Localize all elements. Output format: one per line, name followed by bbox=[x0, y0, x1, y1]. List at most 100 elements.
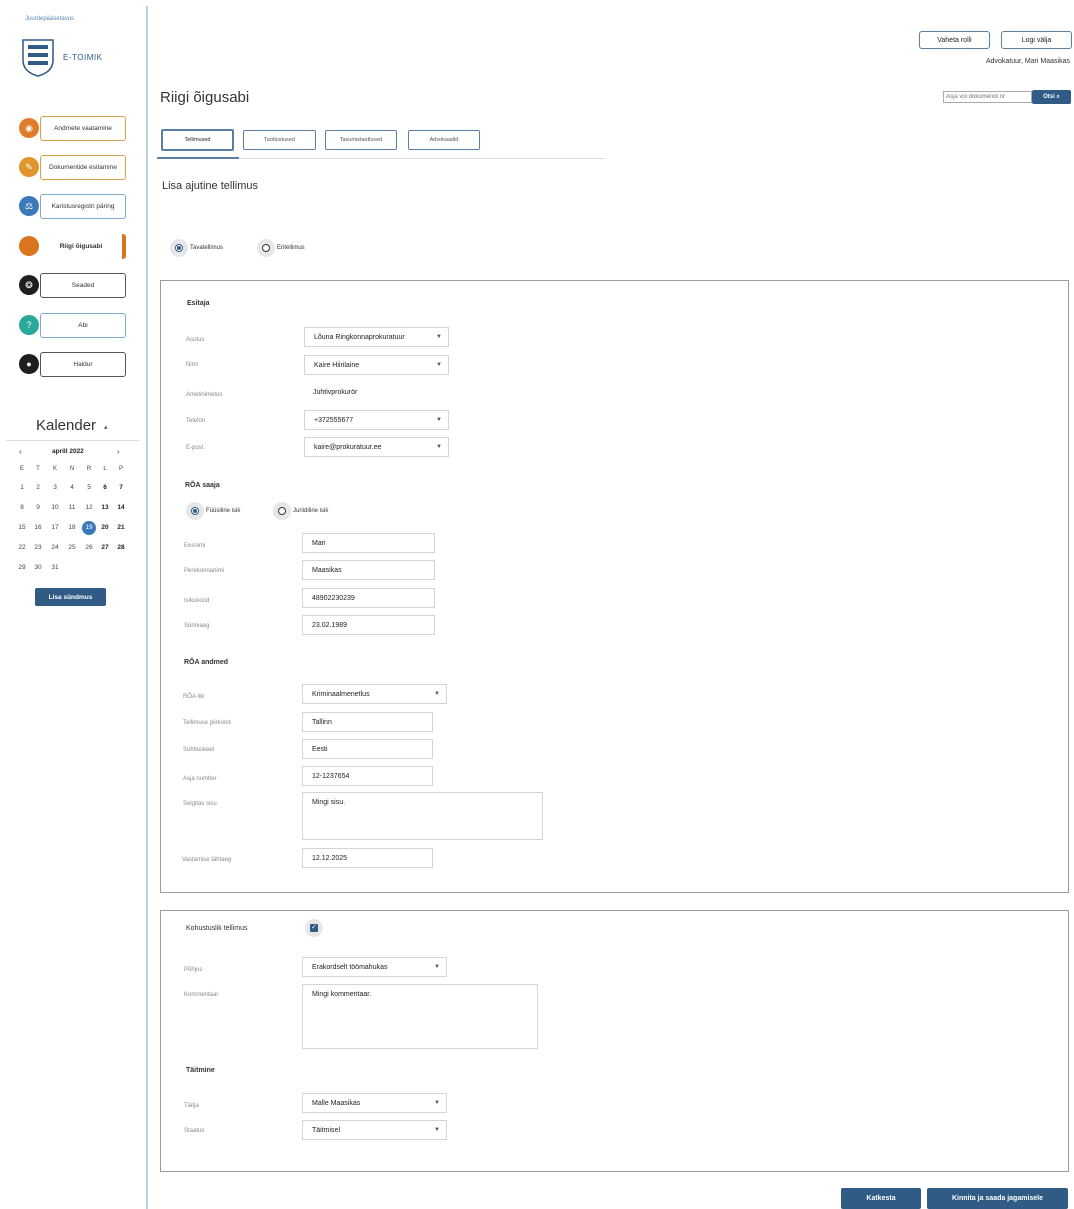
kommentaar-textarea[interactable]: Mingi kommentaar. bbox=[302, 984, 538, 1049]
calendar-day[interactable]: 16 bbox=[31, 524, 45, 531]
calendar-day[interactable]: 26 bbox=[82, 544, 96, 551]
calendar-day-today[interactable]: 19 bbox=[82, 521, 96, 535]
switch-role-button[interactable]: Vaheta rolli bbox=[919, 31, 990, 49]
calendar-day[interactable]: 5 bbox=[82, 484, 96, 491]
dropdown-caret-icon: ▼ bbox=[436, 444, 442, 450]
select-value: kaire@prokuratuur.ee bbox=[314, 443, 382, 451]
synniaeg-input[interactable]: 23.02.1989 bbox=[302, 615, 435, 635]
calendar-day[interactable]: 9 bbox=[31, 504, 45, 511]
field-label: Staatus bbox=[184, 1128, 205, 1134]
tab-advokaadid[interactable]: Advokaadid bbox=[408, 130, 480, 150]
nav-dokumentide-esitamine[interactable]: Dokumentide esitamine bbox=[40, 155, 126, 180]
field-label: Põhjus bbox=[184, 967, 203, 973]
field-label: Suhtluskeel bbox=[183, 747, 215, 753]
calendar-day[interactable]: 6 bbox=[98, 484, 112, 491]
calendar-day[interactable]: 12 bbox=[82, 504, 96, 511]
field-label: Asja number bbox=[183, 776, 217, 782]
tab-tasumistaotlused[interactable]: Tasumistaotlused bbox=[325, 130, 397, 150]
piirkond-input[interactable]: Tallinn bbox=[302, 712, 433, 732]
calendar-day[interactable]: 22 bbox=[15, 544, 29, 551]
calendar-day[interactable]: 27 bbox=[98, 544, 112, 551]
calendar-day[interactable]: 29 bbox=[15, 564, 29, 571]
logout-button[interactable]: Logi välja bbox=[1001, 31, 1072, 49]
calendar-month: aprill 2022 bbox=[52, 448, 84, 455]
radio-tavatellimus[interactable]: Tavatellimus bbox=[170, 239, 223, 257]
field-label: RÕA liik bbox=[183, 694, 205, 700]
cancel-button[interactable]: Katkesta bbox=[841, 1188, 921, 1209]
calendar-day[interactable]: 20 bbox=[98, 524, 112, 531]
sidebar-separator bbox=[146, 6, 148, 1209]
perekonnanimi-input[interactable]: Maasikas bbox=[302, 560, 435, 580]
nav-seaded[interactable]: Seaded bbox=[40, 273, 126, 298]
search-icon: ⌕ bbox=[1056, 93, 1060, 100]
nimi-select[interactable]: Kaire Hiirilaine ▼ bbox=[304, 355, 449, 375]
search-button[interactable]: Otsi ⌕ bbox=[1032, 90, 1071, 104]
roa-liik-select[interactable]: Kriminaalmenetlus ▼ bbox=[302, 684, 447, 704]
isikukood-input[interactable]: 48902230239 bbox=[302, 588, 435, 608]
recipient-heading: RÕA saaja bbox=[185, 482, 220, 489]
weekday-label: K bbox=[52, 466, 57, 472]
nav-abi[interactable]: Abi bbox=[40, 313, 126, 338]
calendar-day[interactable]: 3 bbox=[48, 484, 62, 491]
calendar-day[interactable]: 14 bbox=[114, 504, 128, 511]
tab-taotlustused[interactable]: Taotlustused bbox=[243, 130, 316, 150]
field-label: Sünniaeg bbox=[184, 623, 210, 629]
calendar-day[interactable]: 8 bbox=[15, 504, 29, 511]
calendar-day[interactable]: 23 bbox=[31, 544, 45, 551]
eesnimi-input[interactable]: Mari bbox=[302, 533, 435, 553]
asja-number-input[interactable]: 12-1237654 bbox=[302, 766, 433, 786]
calendar-day[interactable]: 4 bbox=[65, 484, 79, 491]
weekday-label: T bbox=[36, 466, 40, 472]
calendar-day[interactable]: 17 bbox=[48, 524, 62, 531]
calendar-day[interactable]: 28 bbox=[114, 544, 128, 551]
calendar-day[interactable]: 11 bbox=[65, 504, 79, 511]
calendar-day[interactable]: 25 bbox=[65, 544, 79, 551]
mandatory-order-panel bbox=[160, 910, 1069, 1172]
calendar-day[interactable]: 13 bbox=[98, 504, 112, 511]
calendar-day[interactable]: 1 bbox=[15, 484, 29, 491]
radio-selected-dot bbox=[191, 507, 199, 515]
tab-tellimused[interactable]: Tellimused bbox=[161, 129, 234, 151]
vastamise-tahtaeg-input[interactable]: 12.12.2025 bbox=[302, 848, 433, 868]
nav-andmete-vaatamine[interactable]: Andmete vaatamine bbox=[40, 116, 126, 141]
calendar-day[interactable]: 21 bbox=[114, 524, 128, 531]
accessibility-link[interactable]: Juurdepääsetavus bbox=[25, 16, 74, 22]
field-label: Eesnimi bbox=[184, 543, 206, 549]
mandatory-checkbox[interactable]: ✓ bbox=[305, 919, 323, 937]
radio-tavatellimus-label: Tavatellimus bbox=[190, 245, 224, 251]
asutus-select[interactable]: Lõuna Ringkonnaprokuratuur ▼ bbox=[304, 327, 449, 347]
dropdown-caret-icon: ▼ bbox=[436, 417, 442, 423]
radio-eritellimus[interactable]: Eritellimus bbox=[257, 239, 305, 257]
radio-juriidiline-label: Juriidiline isik bbox=[293, 508, 329, 514]
search-input[interactable] bbox=[943, 91, 1032, 103]
staatus-select[interactable]: Täitmisel ▼ bbox=[302, 1120, 447, 1140]
estonia-coat-of-arms-logo bbox=[20, 38, 56, 83]
field-label: Isikukood bbox=[184, 598, 210, 604]
radio-fuusiline-isik[interactable]: Füüsiline isik bbox=[186, 502, 240, 520]
epost-select[interactable]: kaire@prokuratuur.ee ▼ bbox=[304, 437, 449, 457]
radio-juriidiline-isik[interactable]: Juriidiline isik bbox=[273, 502, 328, 520]
nav-riigi-oigusabi[interactable]: Riigi õigusabi bbox=[40, 234, 126, 259]
calendar-day[interactable]: 7 bbox=[114, 484, 128, 491]
calendar-collapse-icon[interactable]: ▴ bbox=[104, 423, 108, 431]
telefon-select[interactable]: +372555677 ▼ bbox=[304, 410, 449, 430]
calendar-day[interactable]: 18 bbox=[65, 524, 79, 531]
nav-karistusregistri-paring[interactable]: Karistusregistri päring bbox=[40, 194, 126, 219]
calendar-day[interactable]: 15 bbox=[15, 524, 29, 531]
calendar-day[interactable]: 24 bbox=[48, 544, 62, 551]
check-icon: ✓ bbox=[310, 924, 318, 932]
selgitav-sisu-textarea[interactable]: Mingi sisu. bbox=[302, 792, 543, 840]
calendar-day[interactable]: 2 bbox=[31, 484, 45, 491]
calendar-day[interactable]: 31 bbox=[48, 564, 62, 571]
confirm-send-button[interactable]: Kinnita ja saada jagamisele bbox=[927, 1188, 1068, 1209]
prev-month-icon[interactable]: ‹ bbox=[19, 447, 22, 456]
calendar-day[interactable]: 10 bbox=[48, 504, 62, 511]
taitja-select[interactable]: Malle Maasikas ▼ bbox=[302, 1093, 447, 1113]
calendar-day[interactable]: 30 bbox=[31, 564, 45, 571]
nav-haldur[interactable]: Haldur bbox=[40, 352, 126, 377]
dropdown-caret-icon: ▼ bbox=[434, 1100, 440, 1106]
suhtluskeel-input[interactable]: Eesti bbox=[302, 739, 433, 759]
add-event-button[interactable]: Lisa sündmus bbox=[35, 588, 106, 606]
pohjus-select[interactable]: Erakordselt töömahukas ▼ bbox=[302, 957, 447, 977]
next-month-icon[interactable]: › bbox=[117, 447, 120, 456]
